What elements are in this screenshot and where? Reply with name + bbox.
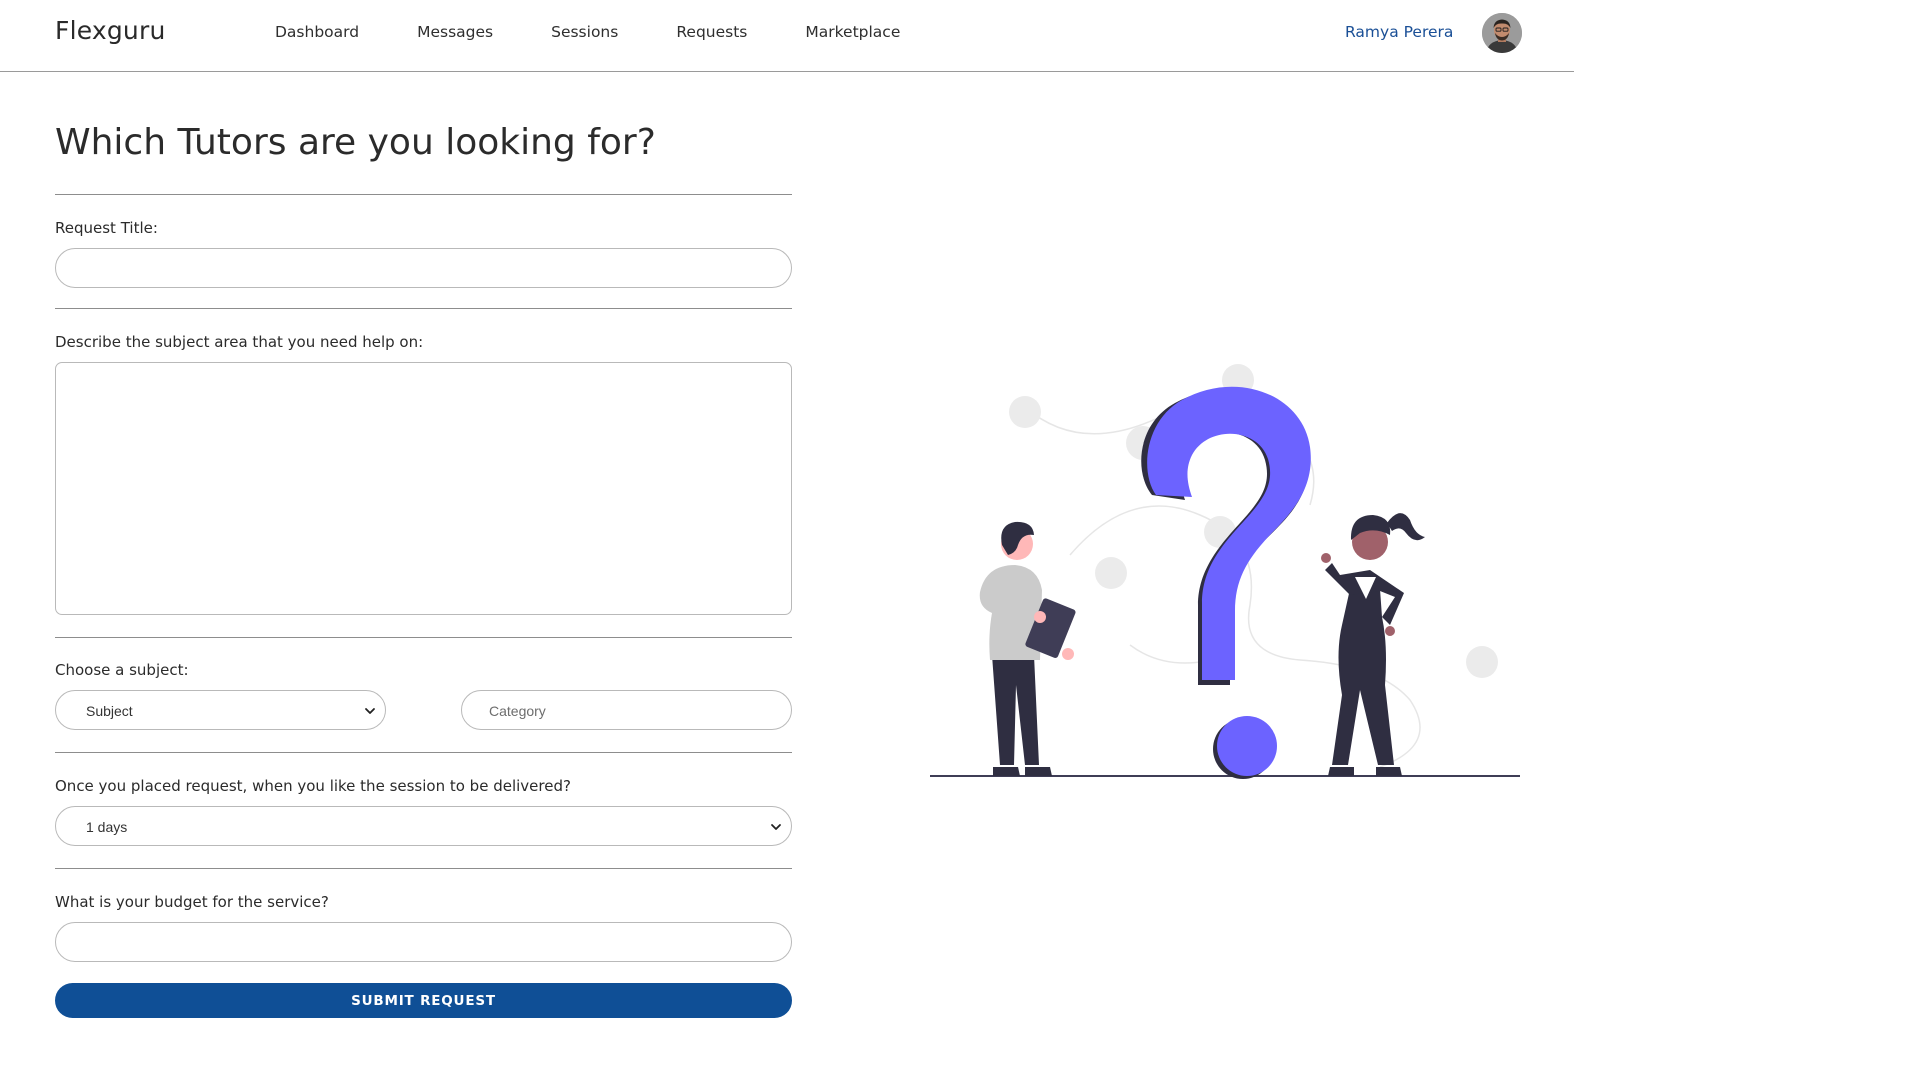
section-divider <box>55 637 792 638</box>
section-divider <box>55 194 792 195</box>
budget-input[interactable] <box>55 922 792 962</box>
request-title-input[interactable] <box>55 248 792 288</box>
brand-logo[interactable]: Flexguru <box>55 16 166 45</box>
nav-messages[interactable]: Messages <box>417 23 493 41</box>
page-title: Which Tutors are you looking for? <box>55 122 656 163</box>
delivery-select-value: 1 days <box>86 819 128 835</box>
main-nav: Dashboard Messages Sessions Requests Mar… <box>275 23 958 41</box>
user-name-link[interactable]: Ramya Perera <box>1345 23 1453 41</box>
chevron-down-icon <box>771 824 781 830</box>
request-title-label: Request Title: <box>55 219 158 237</box>
top-navbar: Flexguru Dashboard Messages Sessions Req… <box>0 0 1574 72</box>
subject-select[interactable]: Subject <box>55 690 386 730</box>
user-avatar-icon <box>1482 13 1522 53</box>
section-divider <box>55 308 792 309</box>
description-label: Describe the subject area that you need … <box>55 333 424 351</box>
section-divider <box>55 752 792 753</box>
nav-requests[interactable]: Requests <box>676 23 747 41</box>
subject-select-value: Subject <box>86 703 133 719</box>
nav-dashboard[interactable]: Dashboard <box>275 23 359 41</box>
submit-request-button[interactable]: SUBMIT REQUEST <box>55 983 792 1018</box>
nav-sessions[interactable]: Sessions <box>551 23 618 41</box>
category-input[interactable]: Category <box>461 690 792 730</box>
man-figure <box>979 521 1076 776</box>
section-divider <box>55 868 792 869</box>
delivery-label: Once you placed request, when you like t… <box>55 777 571 795</box>
subject-label: Choose a subject: <box>55 661 189 679</box>
delivery-select[interactable]: 1 days <box>55 806 792 846</box>
decor-dot <box>1466 646 1498 678</box>
woman-figure <box>1321 513 1425 776</box>
question-mark-people-illustration <box>930 364 1520 779</box>
description-textarea[interactable] <box>55 362 792 615</box>
chevron-down-icon <box>365 708 375 714</box>
question-dot <box>1217 716 1277 776</box>
budget-label: What is your budget for the service? <box>55 893 329 911</box>
category-placeholder: Category <box>489 703 546 719</box>
nav-marketplace[interactable]: Marketplace <box>805 23 900 41</box>
decor-dot <box>1009 396 1041 428</box>
decor-dot <box>1095 557 1127 589</box>
avatar[interactable] <box>1482 13 1522 53</box>
